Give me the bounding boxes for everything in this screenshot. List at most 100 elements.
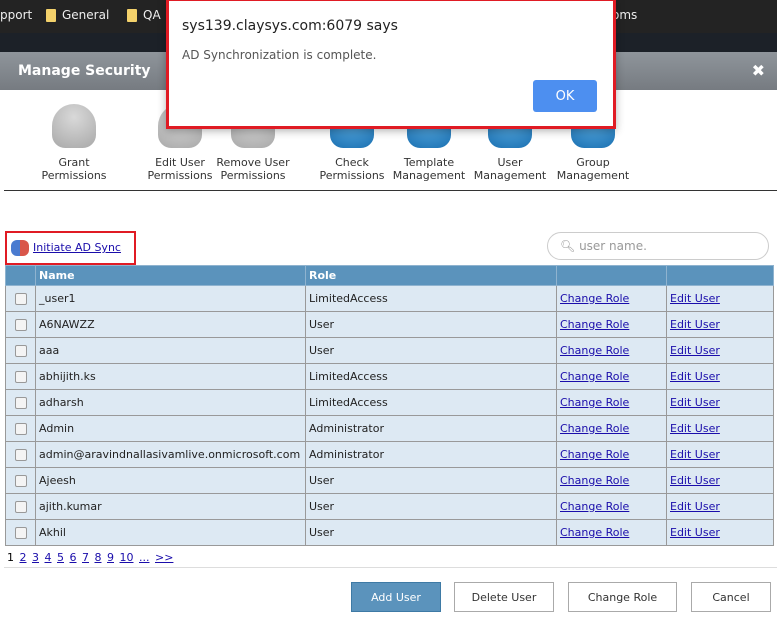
add-user-button[interactable]: Add User	[351, 582, 441, 612]
table-row: admin@aravindnallasivamlive.onmicrosoft.…	[5, 441, 774, 468]
select-column	[5, 265, 36, 286]
toolbar-label: Template Management	[392, 156, 466, 182]
row-select	[5, 415, 36, 442]
change-role-link[interactable]: Change Role	[560, 526, 629, 539]
change-role-link[interactable]: Change Role	[560, 370, 629, 383]
row-select	[5, 467, 36, 494]
user-name: _user1	[35, 285, 306, 312]
page-link[interactable]: ...	[139, 551, 150, 564]
row-checkbox[interactable]	[14, 500, 27, 513]
toolbar-grant-permissions[interactable]: Grant Permissions	[34, 104, 114, 182]
page-link[interactable]: 7	[82, 551, 89, 564]
grant-permissions-icon	[52, 104, 96, 148]
row-checkbox[interactable]	[14, 474, 27, 487]
change-role-link[interactable]: Change Role	[560, 318, 629, 331]
search-input[interactable]: 🔍︎ user name.	[547, 232, 769, 260]
column-name: Name	[35, 265, 306, 286]
edit-user-cell: Edit User	[666, 415, 774, 442]
row-checkbox[interactable]	[14, 318, 27, 331]
change-role-link[interactable]: Change Role	[560, 292, 629, 305]
user-role: User	[305, 467, 557, 494]
page-link[interactable]: 6	[70, 551, 77, 564]
toolbar-label: Remove User Permissions	[216, 156, 290, 182]
bookmark-support[interactable]: pport	[0, 8, 32, 22]
row-select	[5, 285, 36, 312]
user-role: User	[305, 337, 557, 364]
initiate-ad-sync-link[interactable]: Initiate AD Sync	[33, 241, 121, 254]
change-role-cell: Change Role	[556, 493, 667, 520]
page-link[interactable]: 9	[107, 551, 114, 564]
row-checkbox[interactable]	[14, 344, 27, 357]
change-role-link[interactable]: Change Role	[560, 344, 629, 357]
page-link[interactable]: >>	[155, 551, 173, 564]
delete-user-button[interactable]: Delete User	[454, 582, 554, 612]
user-name: Admin	[35, 415, 306, 442]
table-row: _user1 LimitedAccess Change Role Edit Us…	[5, 285, 774, 312]
user-name: abhijith.ks	[35, 363, 306, 390]
edit-user-link[interactable]: Edit User	[670, 292, 720, 305]
page-link[interactable]: 10	[120, 551, 134, 564]
edit-user-link[interactable]: Edit User	[670, 344, 720, 357]
edit-user-cell: Edit User	[666, 389, 774, 416]
table-row: abhijith.ks LimitedAccess Change Role Ed…	[5, 363, 774, 390]
row-checkbox[interactable]	[14, 422, 27, 435]
user-name: Akhil	[35, 519, 306, 546]
change-role-link[interactable]: Change Role	[560, 448, 629, 461]
change-role-link[interactable]: Change Role	[560, 474, 629, 487]
edit-user-link[interactable]: Edit User	[670, 370, 720, 383]
initiate-ad-sync-box: Initiate AD Sync	[5, 231, 136, 265]
column-edit-user	[666, 265, 774, 286]
page-link[interactable]: 2	[20, 551, 27, 564]
table-row: Ajeesh User Change Role Edit User	[5, 467, 774, 494]
modal-title: Manage Security	[18, 63, 151, 79]
user-role: User	[305, 519, 557, 546]
change-role-cell: Change Role	[556, 519, 667, 546]
edit-user-link[interactable]: Edit User	[670, 474, 720, 487]
divider	[4, 567, 777, 568]
user-role: LimitedAccess	[305, 363, 557, 390]
change-role-link[interactable]: Change Role	[560, 396, 629, 409]
close-icon[interactable]: ✖	[752, 61, 765, 80]
bookmark-general[interactable]: General	[46, 8, 109, 22]
table-row: Admin Administrator Change Role Edit Use…	[5, 415, 774, 442]
edit-user-cell: Edit User	[666, 441, 774, 468]
edit-user-cell: Edit User	[666, 337, 774, 364]
edit-user-link[interactable]: Edit User	[670, 448, 720, 461]
change-role-link[interactable]: Change Role	[560, 422, 629, 435]
change-role-cell: Change Role	[556, 285, 667, 312]
table-row: ajith.kumar User Change Role Edit User	[5, 493, 774, 520]
user-role: User	[305, 311, 557, 338]
cancel-button[interactable]: Cancel	[691, 582, 771, 612]
row-checkbox[interactable]	[14, 396, 27, 409]
user-name: aaa	[35, 337, 306, 364]
page-link[interactable]: 5	[57, 551, 64, 564]
page-link[interactable]: 8	[95, 551, 102, 564]
change-role-button[interactable]: Change Role	[568, 582, 677, 612]
row-checkbox[interactable]	[14, 292, 27, 305]
dialog-title: sys139.claysys.com:6079 says	[182, 18, 398, 34]
edit-user-link[interactable]: Edit User	[670, 422, 720, 435]
user-role: Administrator	[305, 415, 557, 442]
change-role-cell: Change Role	[556, 311, 667, 338]
change-role-link[interactable]: Change Role	[560, 500, 629, 513]
edit-user-link[interactable]: Edit User	[670, 318, 720, 331]
table-row: aaa User Change Role Edit User	[5, 337, 774, 364]
users-sync-icon	[11, 240, 29, 256]
change-role-cell: Change Role	[556, 441, 667, 468]
toolbar-label: Grant Permissions	[41, 156, 107, 182]
edit-user-cell: Edit User	[666, 311, 774, 338]
folder-icon	[46, 8, 56, 22]
bookmark-qa[interactable]: QA	[127, 8, 161, 22]
pagination: 1 2 3 4 5 6 7 8 9 10 ... >>	[7, 551, 173, 564]
toolbar-label: Check Permissions	[319, 156, 385, 182]
edit-user-link[interactable]: Edit User	[670, 526, 720, 539]
row-checkbox[interactable]	[14, 448, 27, 461]
page-link[interactable]: 4	[45, 551, 52, 564]
row-checkbox[interactable]	[14, 370, 27, 383]
user-role: Administrator	[305, 441, 557, 468]
page-link[interactable]: 3	[32, 551, 39, 564]
row-checkbox[interactable]	[14, 526, 27, 539]
edit-user-link[interactable]: Edit User	[670, 500, 720, 513]
ok-button[interactable]: OK	[533, 80, 597, 112]
edit-user-link[interactable]: Edit User	[670, 396, 720, 409]
